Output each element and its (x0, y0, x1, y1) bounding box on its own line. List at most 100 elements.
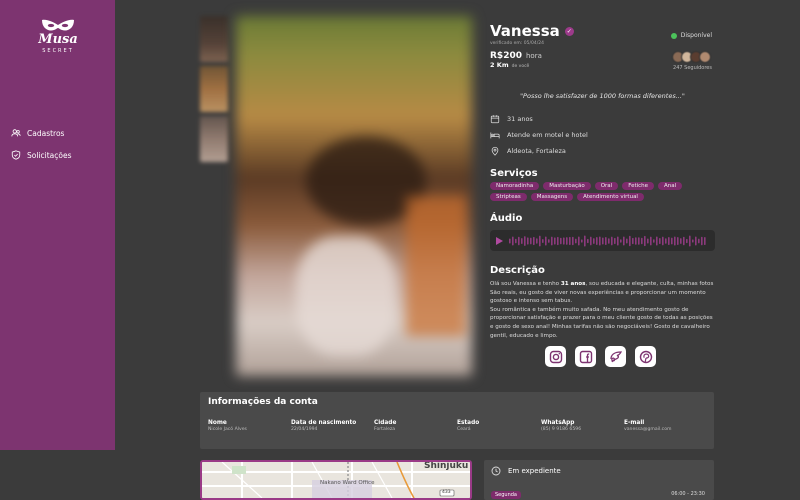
field-nascimento: Data de nascimento 22/04/1994 (291, 420, 357, 432)
waveform-bar (509, 238, 511, 243)
sidebar-item-label: Solicitações (27, 150, 72, 160)
sidebar-item-solicitacoes[interactable]: Solicitações (11, 150, 72, 160)
waveform-bar (644, 235, 646, 246)
waveform-bar (680, 237, 682, 244)
waveform-bar (560, 237, 562, 244)
day-tag: Segunda (491, 491, 521, 499)
facebook-link[interactable] (575, 346, 596, 367)
brand-sub: SECRET (42, 48, 74, 54)
waveform-bar (548, 238, 550, 243)
waveform-bar (623, 236, 625, 245)
waveform-bar (671, 237, 673, 244)
waveform-bar (620, 238, 622, 243)
pinterest-icon (639, 350, 652, 363)
waveform-bar (632, 237, 634, 244)
play-icon[interactable] (495, 236, 504, 246)
bed-icon (490, 132, 500, 139)
waveform[interactable] (509, 234, 709, 248)
map-road-sign: 433 (442, 490, 451, 495)
users-icon (11, 129, 21, 137)
waveform-bar (578, 236, 580, 245)
waveform-bar (611, 236, 613, 245)
profile-photo[interactable] (236, 16, 472, 376)
waveform-bar (677, 236, 679, 245)
waveform-bar (641, 237, 643, 244)
waveform-bar (554, 236, 556, 245)
waveform-bar (524, 235, 526, 246)
services-title: Serviços (490, 168, 538, 179)
info-attends: Atende em motel e hotel (490, 130, 715, 140)
waveform-bar (662, 236, 664, 245)
brand-logo[interactable]: Musa SECRET (28, 18, 88, 54)
waveform-bar (533, 236, 535, 245)
thumbnail[interactable] (200, 16, 228, 62)
avatar (698, 51, 711, 63)
waveform-bar (575, 238, 577, 243)
location-map[interactable]: Nakano Ward Office Shinjuku 433 (200, 460, 472, 500)
clock-icon (491, 466, 501, 476)
waveform-bar (626, 238, 628, 243)
service-tag[interactable]: Namoradinha (490, 182, 540, 190)
waveform-bar (557, 236, 559, 245)
price: R$200 (490, 51, 522, 61)
thumbnail[interactable] (200, 116, 228, 162)
service-tag[interactable]: Anal (658, 182, 683, 190)
attends-label: Atende em motel e hotel (507, 131, 588, 139)
service-tag[interactable]: Fetiche (622, 182, 655, 190)
distance-sub: de você (511, 64, 530, 69)
map-pin-icon (491, 146, 499, 156)
waveform-bar (581, 238, 583, 243)
shield-check-icon (11, 150, 21, 160)
info-location: Aldeota, Fortaleza (490, 146, 715, 156)
schedule-card: Em expediente Segunda 06:00 - 23:30 (484, 460, 714, 500)
waveform-bar (515, 238, 517, 243)
waveform-bar (704, 236, 706, 245)
waveform-bar (629, 235, 631, 246)
waveform-bar (521, 237, 523, 244)
social-links (545, 346, 656, 367)
waveform-bar (698, 238, 700, 243)
waveform-bar (665, 237, 667, 244)
waveform-bar (674, 235, 676, 246)
brand-name: Musa (38, 32, 78, 47)
audio-player[interactable] (490, 230, 715, 251)
waveform-bar (584, 235, 586, 246)
distance: 2 Km (490, 61, 509, 69)
description-title: Descrição (490, 265, 545, 276)
waveform-bar (605, 236, 607, 245)
service-tag[interactable]: Atendimento virtual (577, 193, 644, 201)
waveform-bar (668, 236, 670, 245)
waveform-bar (638, 236, 640, 245)
status-label: Disponível (680, 32, 712, 39)
calendar-icon (490, 115, 500, 124)
wings-icon (609, 350, 622, 362)
waveform-bar (572, 236, 574, 245)
thumbnail[interactable] (200, 66, 228, 112)
verified-icon: ✓ (564, 26, 574, 36)
waveform-bar (695, 236, 697, 245)
facebook-icon (579, 350, 592, 363)
waveform-bar (566, 236, 568, 245)
waveform-bar (686, 238, 688, 243)
profile-panel: Vanessa ✓ verificado em: 05/04/24 R$200 … (490, 22, 715, 340)
pinterest-link[interactable] (635, 346, 656, 367)
waveform-bar (527, 236, 529, 245)
service-tag[interactable]: Stripteas (490, 193, 527, 201)
followers[interactable]: 247 Seguidores (671, 51, 712, 71)
sidebar-item-label: Cadastros (27, 128, 65, 138)
age-label: 31 anos (507, 115, 533, 123)
status-dot-icon (670, 32, 677, 39)
service-tag[interactable]: Oral (594, 182, 619, 190)
waveform-bar (683, 236, 685, 245)
field-estado: Estado Ceará (457, 420, 480, 432)
service-tag[interactable]: Masturbação (543, 182, 591, 190)
wings-link[interactable] (605, 346, 626, 367)
service-tag[interactable]: Massagens (530, 193, 574, 201)
instagram-link[interactable] (545, 346, 566, 367)
sidebar-item-cadastros[interactable]: Cadastros (11, 128, 64, 138)
waveform-bar (653, 238, 655, 243)
waveform-bar (539, 235, 541, 246)
map-label-district: Nakano Ward Office (320, 480, 375, 486)
map-label-place: Shinjuku (424, 461, 469, 471)
waveform-bar (536, 237, 538, 244)
